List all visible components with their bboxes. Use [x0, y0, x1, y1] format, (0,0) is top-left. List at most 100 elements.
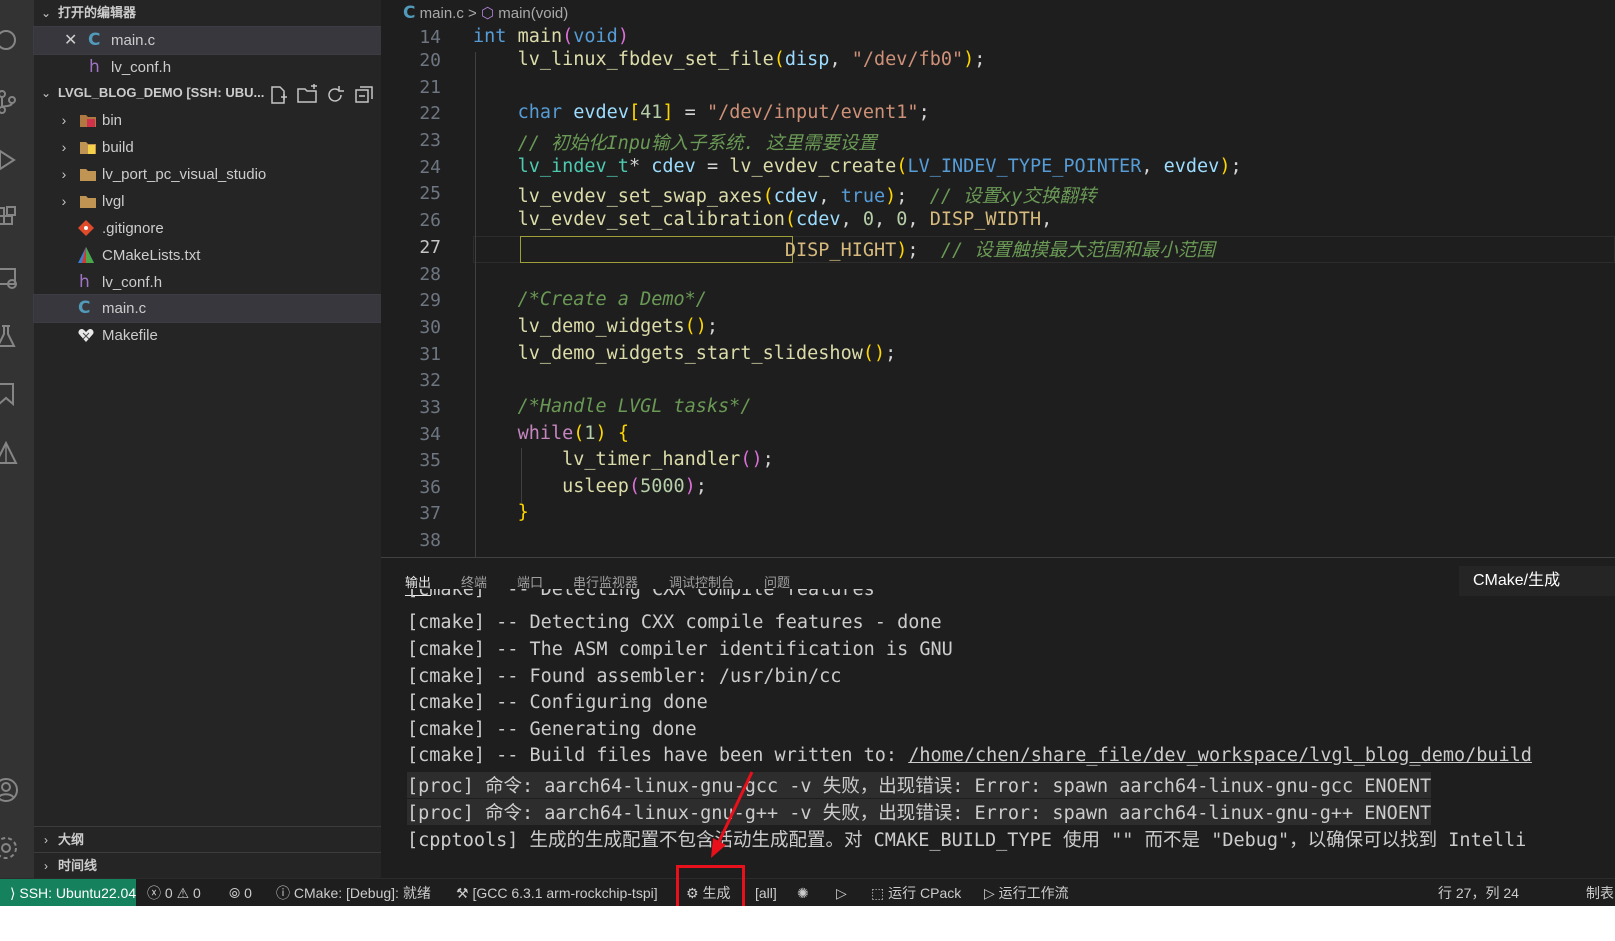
tree-item-lvgl[interactable]: › lvgl [34, 188, 381, 215]
output-line: [cmake] -- Found assembler: /usr/bin/cc [407, 666, 842, 687]
remote-explorer-icon[interactable] [0, 264, 20, 292]
workflow-button[interactable]: ▷ 运行工作流 [984, 879, 1069, 907]
new-file-icon[interactable] [267, 84, 289, 106]
package-icon: ⬚ [871, 885, 885, 901]
bin-folder-icon [79, 111, 97, 129]
source-control-icon[interactable] [0, 88, 20, 116]
build-path-link[interactable]: /home/chen/share_file/dev_workspace/lvgl… [908, 745, 1532, 766]
c-file-icon: C [88, 30, 101, 50]
run-debug-icon[interactable] [0, 146, 20, 174]
code-editor[interactable]: C main.c > ⬡ main(void) 14 20 21 22 23 2… [381, 0, 1615, 557]
outline-title: 大纲 [58, 832, 85, 847]
warning-icon: ⚠ [176, 885, 190, 901]
tree-item-cmakelists[interactable]: CMakeLists.txt [34, 242, 381, 269]
collapse-all-icon[interactable] [353, 84, 375, 106]
code-line: usleep(5000); [562, 476, 707, 497]
chevron-right-icon: › [61, 139, 67, 155]
testing-icon[interactable] [0, 322, 20, 350]
cmake-status-label: CMake: [Debug]: 就绪 [293, 885, 431, 901]
open-editor-label: lv_conf.h [111, 59, 172, 76]
workspace-header[interactable]: ⌄ LVGL_BLOG_DEMO [SSH: UBU... [34, 80, 264, 106]
ports-indicator[interactable]: ⦾ 0 [229, 879, 252, 907]
new-folder-icon[interactable] [296, 84, 318, 106]
breadcrumb-file[interactable]: main.c [420, 5, 464, 22]
refresh-icon[interactable] [324, 84, 346, 106]
tree-item-build[interactable]: › build [34, 134, 381, 161]
line-number-current: 27 [419, 237, 441, 258]
cmake-icon[interactable] [0, 440, 20, 468]
output-line-error: [proc] 命令: aarch64-linux-gnu-g++ -v 失败，出… [407, 799, 1432, 825]
output-line-partial: [cmake] -- Detecting CXX compile feature… [407, 589, 875, 600]
h-file-icon: h [79, 272, 90, 292]
extensions-icon[interactable] [0, 204, 20, 232]
account-icon[interactable] [0, 776, 20, 804]
line-number: 38 [419, 530, 441, 551]
line-number: 26 [419, 210, 441, 231]
indentation-indicator[interactable]: 制表 [1586, 879, 1615, 907]
breadcrumb-separator: > [468, 5, 477, 22]
cpack-button[interactable]: ⬚ 运行 CPack [871, 879, 961, 907]
code-line: lv_indev_t* cdev = lv_evdev_create(LV_IN… [517, 156, 1242, 177]
timeline-header[interactable]: › 时间线 [34, 852, 381, 879]
tools-icon: ⚒ [456, 885, 469, 901]
output-line: [cpptools] 生成的生成配置不包含活动生成配置。对 CMAKE_BUIL… [407, 830, 1527, 851]
cpack-label: 运行 CPack [888, 885, 962, 901]
code-line: lv_demo_widgets(); [517, 316, 719, 337]
output-text: [cmake] -- Build files have been written… [407, 745, 909, 766]
broadcast-icon: ⦾ [229, 885, 241, 901]
chevron-right-icon: › [44, 833, 48, 847]
bookmark-icon[interactable] [0, 380, 20, 408]
tree-item-makefile[interactable]: Makefile [34, 322, 381, 349]
close-icon[interactable]: ✕ [64, 27, 77, 54]
remote-icon: ⟩ [10, 885, 16, 901]
git-icon [77, 219, 95, 237]
build-folder-icon [79, 138, 97, 156]
code-line: lv_linux_fbdev_set_file(disp, "/dev/fb0"… [517, 49, 986, 70]
line-number: 23 [419, 130, 441, 151]
output-line: [cmake] -- Detecting CXX compile feature… [407, 612, 942, 633]
breadcrumb-symbol[interactable]: main(void) [498, 5, 568, 22]
outline-header[interactable]: › 大纲 [34, 826, 381, 853]
remote-indicator[interactable]: ⟩ SSH: Ubuntu22.04 [0, 879, 136, 907]
settings-gear-icon[interactable] [0, 834, 20, 862]
tree-item-lv-conf-h[interactable]: h lv_conf.h [34, 269, 381, 296]
cursor-position[interactable]: 行 27，列 24 [1438, 879, 1519, 907]
play-icon: ▷ [984, 885, 995, 901]
h-file-icon: h [89, 57, 100, 77]
tree-item-main-c[interactable]: C main.c [33, 294, 382, 323]
debug-icon[interactable]: ✺ [797, 879, 809, 907]
problems-indicator[interactable]: ⓧ 0 ⚠ 0 [147, 879, 201, 907]
code-line: lv_evdev_set_swap_axes(cdev, true); // 设… [517, 186, 1097, 207]
tree-item-label: lv_conf.h [102, 274, 163, 291]
tree-item-bin[interactable]: › bin [34, 107, 381, 134]
output-channel-select[interactable]: CMake/生成 [1459, 566, 1615, 596]
tree-item-lv-port[interactable]: › lv_port_pc_visual_studio [34, 161, 381, 188]
tree-item-gitignore[interactable]: .gitignore [34, 215, 381, 242]
open-editor-lv-conf-h[interactable]: h lv_conf.h [34, 54, 381, 81]
code-line: lv_timer_handler(); [562, 449, 774, 470]
output-line: [cmake] -- Configuring done [407, 692, 708, 713]
open-editors-title: 打开的编辑器 [58, 5, 137, 20]
search-icon[interactable] [0, 26, 20, 54]
line-number: 22 [419, 103, 441, 124]
code-line: } [517, 502, 529, 523]
run-icon[interactable]: ▷ [836, 879, 847, 907]
open-editors-header[interactable]: ⌄ 打开的编辑器 [34, 0, 136, 26]
explorer-sidebar: ⌄ 打开的编辑器 ✕ C main.c h lv_conf.h ⌄ LVGL_BLO… [33, 0, 382, 906]
cmake-status[interactable]: ⓘ CMake: [Debug]: 就绪 [276, 879, 431, 907]
chevron-down-icon: ⌄ [40, 6, 52, 20]
tree-item-label: lvgl [102, 193, 125, 210]
breadcrumb: C main.c > ⬡ main(void) [403, 0, 568, 26]
line-number: 31 [419, 344, 441, 365]
code-line: int main(void) [473, 26, 629, 47]
output-line: [cmake] -- The ASM compiler identificati… [407, 639, 953, 660]
line-number: 37 [419, 503, 441, 524]
kit-selector[interactable]: ⚒ [GCC 6.3.1 arm-rockchip-tspi] [456, 879, 658, 907]
line-number: 28 [419, 264, 441, 285]
open-editor-main-c[interactable]: ✕ C main.c [33, 26, 382, 55]
error-icon: ⓧ [147, 885, 161, 901]
folder-icon [79, 192, 97, 210]
build-target[interactable]: [all] [755, 879, 777, 907]
line-number: 34 [419, 424, 441, 445]
chevron-right-icon: › [44, 859, 48, 873]
